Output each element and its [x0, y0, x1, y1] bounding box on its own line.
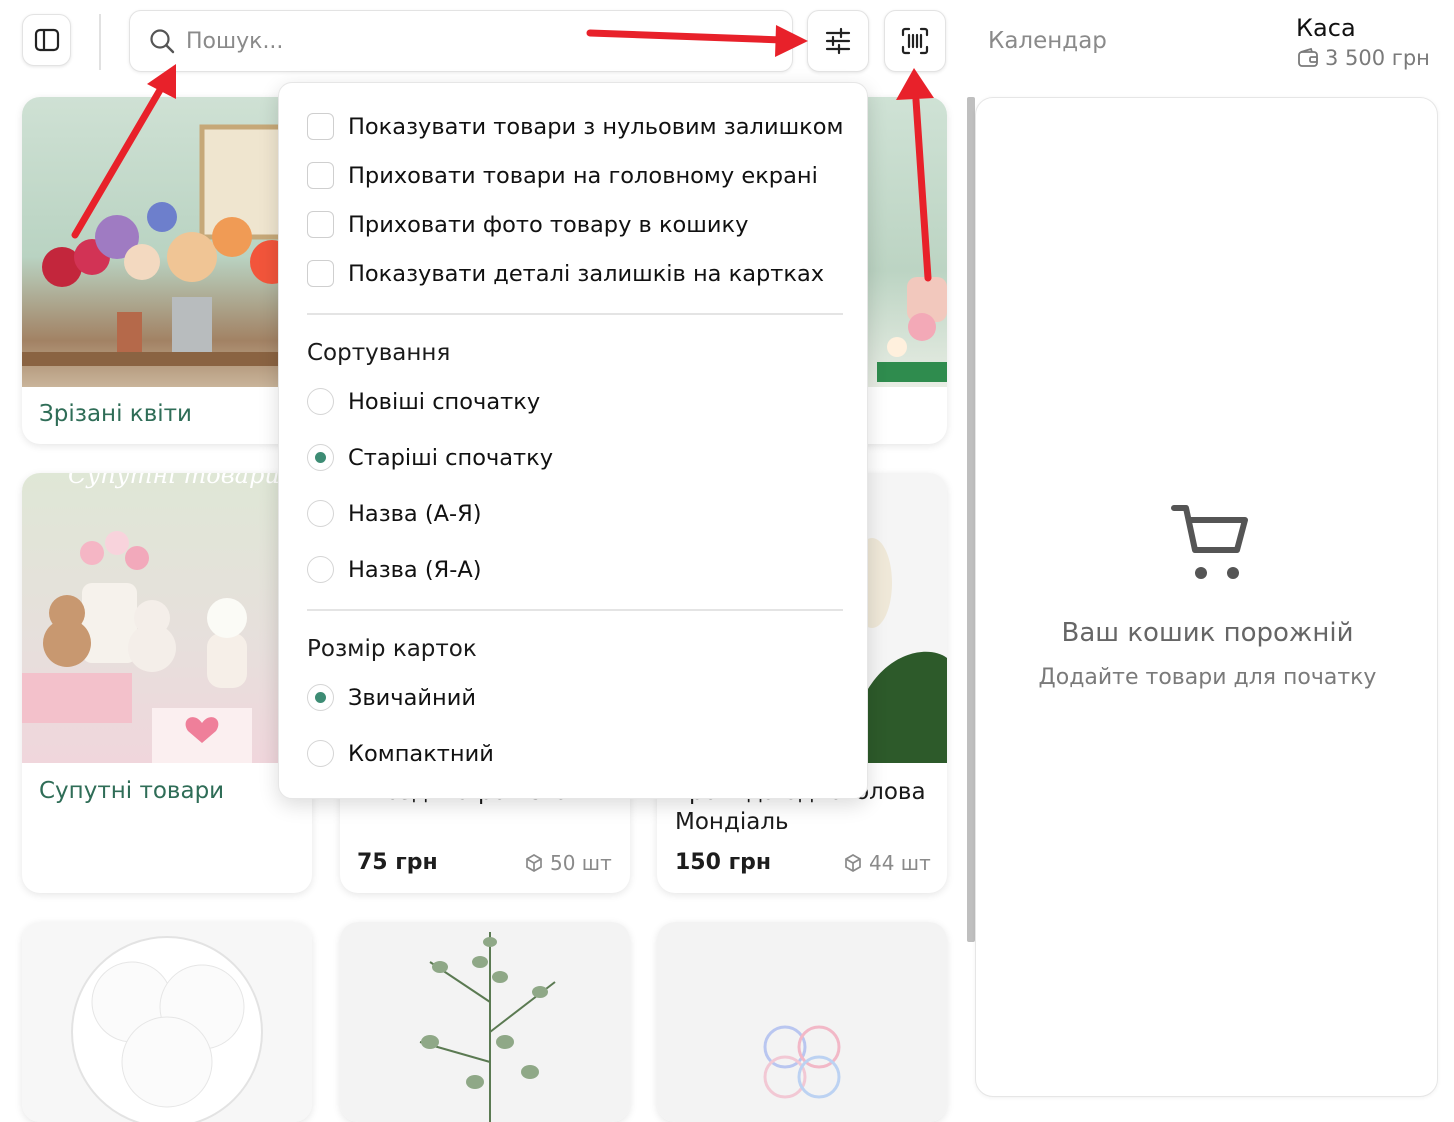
- sidebar-icon: [34, 28, 59, 52]
- placeholder-image: [657, 922, 947, 1122]
- option-show-zero-stock[interactable]: Показувати товари з нульовим залишком: [307, 113, 843, 140]
- cart-panel: Ваш кошик порожній Додайте товари для по…: [975, 97, 1438, 1097]
- radio-button[interactable]: [307, 500, 334, 527]
- option-hide-on-home[interactable]: Приховати товари на головному екрані: [307, 162, 818, 189]
- register-balance: 3 500 грн: [1297, 46, 1430, 70]
- product-card-carnation[interactable]: [22, 922, 312, 1122]
- option-checkbox[interactable]: [307, 211, 334, 238]
- related-goods-image: Супутні товари: [22, 473, 312, 763]
- carnation-image: [22, 922, 312, 1122]
- cart-empty-subtitle: Додайте товари для початку: [1038, 665, 1377, 690]
- filter-settings-button[interactable]: [807, 10, 869, 72]
- option-label: Приховати фото товару в кошику: [348, 211, 749, 238]
- related-goods-image-caption: Супутні товари: [68, 473, 280, 489]
- product-3-stock-value: 44 шт: [869, 851, 931, 875]
- category-card-cut-flowers[interactable]: Зрізані квіти: [22, 97, 312, 444]
- dropdown-divider: [307, 609, 843, 611]
- wallet-icon: [1298, 47, 1318, 67]
- product-card-placeholder[interactable]: [657, 922, 947, 1122]
- filter-settings-dropdown: Показувати товари з нульовим залишком Пр…: [278, 82, 868, 799]
- radio-button[interactable]: [307, 740, 334, 767]
- radio-label: Звичайний: [348, 684, 476, 711]
- radio-label: Назва (А-Я): [348, 500, 482, 527]
- product-card-eucalyptus[interactable]: [340, 922, 630, 1122]
- radio-label: Назва (Я-А): [348, 556, 482, 583]
- product-3-title-line2: Мондіаль: [675, 809, 789, 835]
- search-icon: [150, 29, 175, 54]
- product-2-stock: 50 шт: [524, 851, 612, 875]
- option-label: Показувати деталі залишків на картках: [348, 260, 825, 287]
- radio-label: Компактний: [348, 740, 494, 767]
- register-balance-value: 3 500 грн: [1325, 46, 1430, 70]
- option-label: Показувати товари з нульовим залишком: [348, 113, 844, 140]
- product-2-price: 75 грн: [357, 850, 438, 875]
- radio-label: Старіші спочатку: [348, 444, 554, 471]
- category-card-related-goods[interactable]: Супутні товари Супутні товари: [22, 473, 312, 893]
- option-checkbox[interactable]: [307, 162, 334, 189]
- option-checkbox[interactable]: [307, 113, 334, 140]
- card-size-section-title: Розмір карток: [307, 636, 477, 662]
- register-title: Каса: [1296, 14, 1356, 42]
- barcode-scan-button[interactable]: [884, 10, 946, 72]
- size-option-compact[interactable]: Компактний: [307, 740, 494, 767]
- option-hide-cart-photo[interactable]: Приховати фото товару в кошику: [307, 211, 748, 238]
- search-input[interactable]: [186, 28, 746, 54]
- radio-button[interactable]: [307, 556, 334, 583]
- option-show-stock-details[interactable]: Показувати деталі залишків на картках: [307, 260, 824, 287]
- topbar-divider: [99, 14, 101, 70]
- radio-button[interactable]: [307, 388, 334, 415]
- calendar-link[interactable]: Календар: [988, 28, 1107, 54]
- product-3-stock: 44 шт: [843, 851, 931, 875]
- grid-scrollbar[interactable]: [967, 97, 975, 942]
- dropdown-divider: [307, 313, 843, 315]
- sort-option-name-desc[interactable]: Назва (Я-А): [307, 556, 482, 583]
- size-option-normal[interactable]: Звичайний: [307, 684, 476, 711]
- sidebar-toggle-button[interactable]: [22, 14, 71, 66]
- radio-label: Новіші спочатку: [348, 388, 541, 415]
- sort-option-oldest[interactable]: Старіші спочатку: [307, 444, 553, 471]
- radio-button-selected[interactable]: [307, 684, 334, 711]
- option-checkbox[interactable]: [307, 260, 334, 287]
- related-goods-title: Супутні товари: [39, 778, 225, 804]
- cut-flowers-image: [22, 97, 312, 387]
- sort-option-name-asc[interactable]: Назва (А-Я): [307, 500, 482, 527]
- sort-option-newest[interactable]: Новіші спочатку: [307, 388, 540, 415]
- sliders-icon: [825, 27, 851, 55]
- box-icon: [526, 854, 542, 872]
- eucalyptus-image: [340, 922, 630, 1122]
- arrowhead-scan: [896, 68, 934, 100]
- box-icon: [845, 854, 861, 872]
- cart-empty-title: Ваш кошик порожній: [1061, 618, 1354, 648]
- option-label: Приховати товари на головному екрані: [348, 162, 818, 189]
- search-box[interactable]: [129, 10, 793, 72]
- product-2-stock-value: 50 шт: [550, 851, 612, 875]
- shopping-cart-icon: [1171, 505, 1248, 579]
- barcode-scan-icon: [901, 27, 929, 55]
- logo-placeholder-icon: [763, 1025, 841, 1099]
- product-3-price: 150 грн: [675, 850, 772, 875]
- sort-section-title: Сортування: [307, 340, 451, 366]
- cut-flowers-title: Зрізані квіти: [39, 401, 192, 427]
- radio-button-selected[interactable]: [307, 444, 334, 471]
